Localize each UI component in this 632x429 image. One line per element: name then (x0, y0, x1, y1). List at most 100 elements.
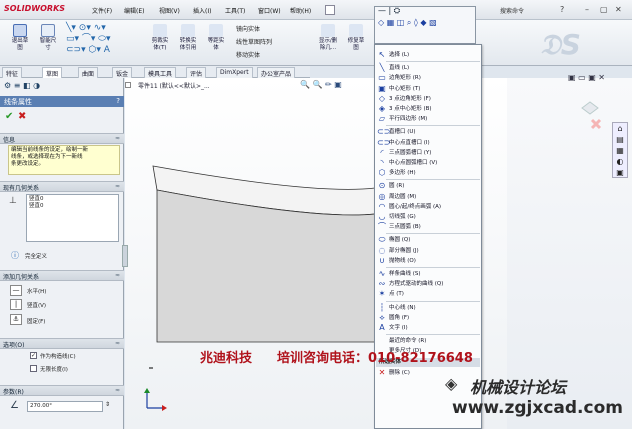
horizontal-relation-icon[interactable]: — (10, 285, 22, 296)
tab-surfaces[interactable]: 曲面 (78, 67, 99, 78)
fix-icon[interactable]: ⚓ (10, 314, 22, 325)
angle-spinner[interactable]: ⇕ (105, 401, 110, 408)
menu-view[interactable]: 视图(V) (159, 6, 180, 15)
menu-item-11[interactable]: ◝ 中心点圆弧槽口 (V) (376, 158, 480, 168)
menu-item-8[interactable]: ⊂⊃ 直槽口 (U) (376, 127, 480, 137)
display-delete-relations-button[interactable]: 显示/删 除几... (316, 24, 340, 52)
menu-item-1[interactable]: ↖ 选择 (L) (376, 50, 480, 60)
menu-item-delete[interactable]: ✕ 删除 (C) (376, 368, 480, 378)
add-vertical-button[interactable]: 竖直(V) (27, 301, 46, 309)
solidworks-logo[interactable]: SOLIDWORKS (4, 4, 65, 13)
rect-tool-icon[interactable]: ▭▾ ⌒▾ ⬭▾ (66, 34, 110, 44)
panel-splitter[interactable] (122, 245, 128, 267)
menu-item-7[interactable]: ▱ 平行四边形 (M) (376, 114, 480, 124)
menu-item-3[interactable]: ▭ 边角矩形 (R) (376, 73, 480, 83)
tab-features[interactable]: 特征 (2, 67, 23, 78)
cancel-x-icon[interactable]: ✖ (18, 111, 26, 122)
cancel-corner-icon[interactable] (590, 118, 602, 130)
menu-item-27[interactable]: 最近的命令 (R) (376, 336, 480, 346)
task-pane-tabs[interactable]: ⌂ ▤ ▦ ◐ ▣ (612, 122, 628, 178)
add-relations-header[interactable]: 添加几何关系 ≈ (0, 270, 124, 281)
existing-relations-list[interactable]: 竖直0 竖直0 (26, 194, 119, 242)
context-quick-icons[interactable]: ◇ ▦ ◫ ⌕ ◊ ◆ ▧ (378, 18, 437, 28)
panel-help-icon[interactable]: ? (116, 97, 120, 105)
list-item[interactable]: 竖直0 (29, 203, 116, 210)
convert-button[interactable]: 转换实 体引用 (176, 24, 200, 52)
slot-tool-icon[interactable]: ⊂⊃▾ ⬡▾ A (66, 45, 110, 55)
view-heads-up-icons[interactable]: 🔍 🔍 ✏ ▣ (300, 80, 342, 89)
tab-office[interactable]: 办公室产品 (257, 67, 296, 78)
convert-label: 转换实 体引用 (179, 38, 197, 51)
offset-button[interactable]: 等距实 体 (204, 24, 228, 52)
tab-dimxpert[interactable]: DimXpert (216, 67, 253, 78)
info-section-header[interactable]: 信息 ≈ (0, 133, 124, 144)
menu-item-6[interactable]: ◈ 3 点中心矩形 (B) (376, 104, 480, 114)
menu-insert[interactable]: 插入(I) (193, 6, 211, 15)
menu-item-19[interactable]: ◌ 部分椭圆 (J) (376, 246, 480, 256)
menu-item-20[interactable]: ∪ 抛物线 (O) (376, 256, 480, 266)
menu-item-17[interactable]: ⌒ 三点圆弧 (B) (376, 222, 480, 232)
smart-dimension-button[interactable]: 智能尺 寸 (36, 24, 60, 52)
menu-item-4[interactable]: ▣ 中心矩形 (T) (376, 84, 480, 94)
feature-tree-toggle[interactable] (125, 82, 131, 88)
menu-file[interactable]: 文件(F) (92, 6, 112, 15)
exit-sketch-corner-icon[interactable] (581, 101, 599, 115)
confirmation-corner-svg[interactable] (580, 100, 610, 142)
menu-item-12[interactable]: ⬡ 多边形 (H) (376, 168, 480, 178)
options-header[interactable]: 选项(O) ≈ (0, 338, 124, 349)
menu-item-26[interactable]: A 文字 (I) (376, 323, 480, 333)
menu-help[interactable]: 帮助(H) (290, 6, 311, 15)
move-entities-button[interactable]: 移动实体 (236, 50, 260, 59)
menu-item-2[interactable]: ╲ 直线 (L) (376, 63, 480, 73)
menu-item-5[interactable]: ◇ 3 点边角矩形 (F) (376, 94, 480, 104)
menu-item-15[interactable]: ◠ 圆心/起/终点画弧 (A) (376, 202, 480, 212)
restore-icon[interactable]: ▢ (600, 5, 608, 14)
help-icon[interactable]: ? (560, 5, 564, 14)
menu-item-9[interactable]: ⊂⊃ 中心点直槽口 (I) (376, 138, 480, 148)
add-fix-button[interactable]: 固定(F) (27, 317, 45, 325)
part-tree-item[interactable]: 零件11 (默认<<默认>_... (138, 81, 210, 90)
menu-item-13[interactable]: ⊙ 圆 (R) (376, 181, 480, 191)
menu-item-25[interactable]: ⟡ 圆角 (F) (376, 313, 480, 323)
new-doc-icon[interactable] (325, 5, 335, 15)
existing-relations-header[interactable]: 现有几何关系 ≈ (0, 181, 124, 192)
menu-item-label: 平行四边形 (M) (389, 116, 428, 123)
minimize-icon[interactable]: – (585, 5, 589, 14)
ok-check-icon[interactable]: ✔ (5, 111, 13, 122)
line-flyout-icon[interactable]: — | ⛭ (378, 6, 400, 16)
menu-tools[interactable]: 工具(T) (225, 6, 245, 15)
menu-item-23[interactable]: ✶ 点 (T) (376, 289, 480, 299)
menu-window[interactable]: 窗口(W) (258, 6, 281, 15)
list-item[interactable]: 竖直0 (29, 196, 116, 203)
tab-mold-tools[interactable]: 模具工具 (144, 67, 177, 78)
add-horizontal-button[interactable]: 水平(H) (27, 287, 46, 295)
menu-item-label: 三点圆弧槽口 (Y) (389, 149, 432, 156)
infinite-length-checkbox[interactable] (30, 365, 37, 372)
menu-item-22[interactable]: ∾ 方程式驱动的曲线 (Q) (376, 279, 480, 289)
menu-item-24[interactable]: ┆ 中心线 (N) (376, 303, 480, 313)
tab-sketch[interactable]: 草图 (42, 67, 63, 78)
panel-tabs-icons[interactable]: ⚙ ≡ ◧ ◑ (4, 81, 40, 90)
linear-pattern-button[interactable]: 线性草图阵列 (236, 37, 272, 46)
menu-edit[interactable]: 编辑(E) (124, 6, 144, 15)
tab-sheetmetal[interactable]: 钣金 (112, 67, 133, 78)
menu-item-16[interactable]: ◡ 切线弧 (G) (376, 212, 480, 222)
vertical-icon[interactable]: | (10, 299, 22, 310)
menu-item-14[interactable]: ◎ 周边圆 (M) (376, 192, 480, 202)
menu-item-icon: ◈ (378, 104, 386, 113)
mirror-button[interactable]: 镜向实体 (236, 24, 260, 33)
construction-checkbox[interactable]: ✓ (30, 352, 37, 359)
close-icon[interactable]: ✕ (615, 5, 622, 14)
trim-button[interactable]: 剪裁实 体(T) (148, 24, 172, 52)
menu-item-10[interactable]: ◜ 三点圆弧槽口 (Y) (376, 148, 480, 158)
menu-item-18[interactable]: ⬭ 椭圆 (Q) (376, 235, 480, 245)
repair-sketch-button[interactable]: 修复草 图 (344, 24, 368, 52)
tab-evaluate[interactable]: 评估 (186, 67, 207, 78)
search-commands[interactable]: 搜索命令 (500, 6, 524, 15)
viewport-window-controls[interactable]: ▣ ▭ ▣ ✕ (568, 73, 605, 82)
menu-item-21[interactable]: ∿ 样条曲线 (S) (376, 269, 480, 279)
exit-sketch-button[interactable]: 退出草 图 (8, 24, 32, 52)
parameters-header[interactable]: 参数(R) ≈ (0, 385, 124, 396)
angle-input[interactable]: 270.00° (27, 401, 103, 412)
line-tool-icon[interactable]: ╲▾ ⊙▾ ∿▾ (66, 23, 106, 33)
